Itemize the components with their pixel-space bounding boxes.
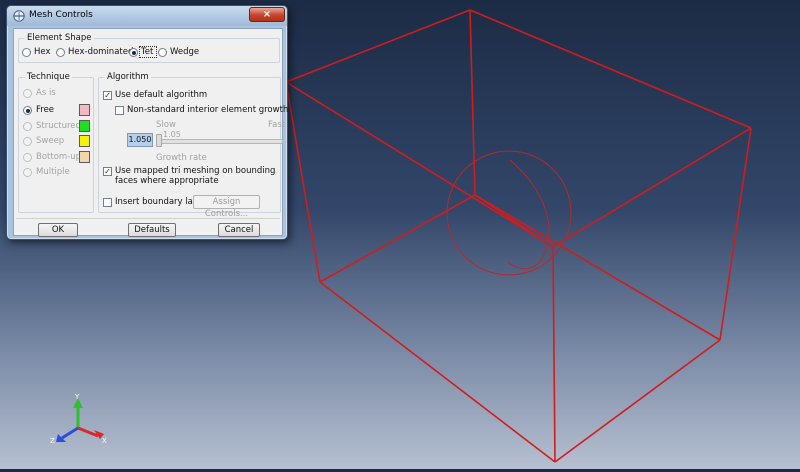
mapped-tri-label-line1: Use mapped tri meshing on bounding bbox=[115, 166, 276, 176]
mapped-tri-label-line2: faces where appropriate bbox=[115, 176, 219, 186]
box-edge bbox=[285, 9, 471, 83]
technique-free-radio[interactable] bbox=[23, 106, 32, 115]
slider-value-label: 1.05 bbox=[163, 130, 181, 139]
close-button[interactable]: × bbox=[249, 7, 285, 22]
hex-dominated-radio[interactable] bbox=[56, 48, 65, 57]
triad-x-label: X bbox=[102, 437, 107, 445]
triad-z-label: Z bbox=[50, 437, 55, 445]
box-edge bbox=[552, 246, 556, 463]
dialog-titlebar[interactable]: Mesh Controls × bbox=[7, 6, 287, 26]
free-color-swatch bbox=[79, 104, 90, 116]
box-edge bbox=[285, 81, 321, 283]
insert-boundary-layer-checkbox[interactable] bbox=[103, 198, 112, 207]
technique-structured-label: Structured bbox=[36, 121, 81, 131]
technique-as-is-radio[interactable] bbox=[23, 89, 32, 98]
assign-controls-button[interactable]: Assign Controls... bbox=[193, 195, 260, 219]
box-edge bbox=[474, 194, 721, 341]
box-edge bbox=[469, 9, 476, 196]
algorithm-label: Algorithm bbox=[105, 72, 151, 82]
slider-fast-label: Fast bbox=[268, 120, 286, 130]
focus-indicator bbox=[139, 46, 157, 58]
tet-radio[interactable] bbox=[129, 48, 138, 57]
mesh-controls-dialog: Mesh Controls × Element Shape Hex Hex-do… bbox=[6, 5, 288, 240]
non-standard-growth-label: Non-standard interior element growth bbox=[127, 105, 289, 115]
growth-rate-slider[interactable] bbox=[158, 139, 283, 144]
dialog-title: Mesh Controls bbox=[29, 10, 93, 20]
hex-radio[interactable] bbox=[22, 48, 31, 57]
cancel-button[interactable]: Cancel bbox=[218, 223, 260, 237]
triad-y-label: Y bbox=[75, 393, 80, 401]
app-icon bbox=[13, 10, 25, 22]
hex-label: Hex bbox=[34, 47, 51, 57]
technique-sweep-radio[interactable] bbox=[23, 137, 32, 146]
slider-slow-label: Slow bbox=[156, 120, 176, 130]
non-standard-growth-checkbox[interactable] bbox=[115, 106, 124, 115]
mapped-tri-checkbox[interactable]: ✓ bbox=[103, 167, 112, 176]
growth-rate-field[interactable]: 1.050 bbox=[127, 133, 153, 147]
dialog-body: Element Shape Hex Hex-dominated Tet Wedg… bbox=[13, 28, 288, 237]
technique-as-is-label: As is bbox=[36, 88, 56, 98]
hex-dominated-label: Hex-dominated bbox=[68, 47, 134, 57]
button-separator bbox=[16, 218, 280, 219]
box-edge bbox=[719, 127, 752, 341]
growth-rate-caption: Growth rate bbox=[156, 153, 207, 163]
growth-rate-slider-thumb[interactable] bbox=[156, 134, 162, 147]
box-edge bbox=[319, 281, 556, 463]
use-default-algorithm-checkbox[interactable]: ✓ bbox=[103, 91, 112, 100]
box-edge bbox=[285, 81, 554, 248]
structured-color-swatch bbox=[79, 120, 90, 132]
technique-label: Technique bbox=[25, 72, 72, 82]
technique-free-label: Free bbox=[36, 105, 55, 115]
wedge-label: Wedge bbox=[170, 47, 200, 57]
box-edge bbox=[474, 194, 554, 248]
sphere-arc bbox=[507, 159, 550, 270]
bottom-up-color-swatch bbox=[79, 151, 90, 163]
box-edge bbox=[319, 194, 476, 283]
box-edge bbox=[554, 339, 721, 463]
technique-multiple-label: Multiple bbox=[36, 167, 70, 177]
element-shape-label: Element Shape bbox=[25, 33, 94, 43]
use-default-algorithm-label: Use default algorithm bbox=[115, 90, 208, 100]
box-edge bbox=[552, 127, 752, 248]
box-edge bbox=[469, 9, 752, 129]
wedge-radio[interactable] bbox=[158, 48, 167, 57]
technique-bottom-up-label: Bottom-up bbox=[36, 152, 82, 162]
ok-button[interactable]: OK bbox=[38, 223, 78, 237]
technique-bottom-up-radio[interactable] bbox=[23, 153, 32, 162]
sweep-color-swatch bbox=[79, 135, 90, 147]
defaults-button[interactable]: Defaults bbox=[128, 223, 176, 237]
technique-sweep-label: Sweep bbox=[36, 136, 65, 146]
technique-multiple-radio[interactable] bbox=[23, 168, 32, 177]
technique-structured-radio[interactable] bbox=[23, 122, 32, 131]
